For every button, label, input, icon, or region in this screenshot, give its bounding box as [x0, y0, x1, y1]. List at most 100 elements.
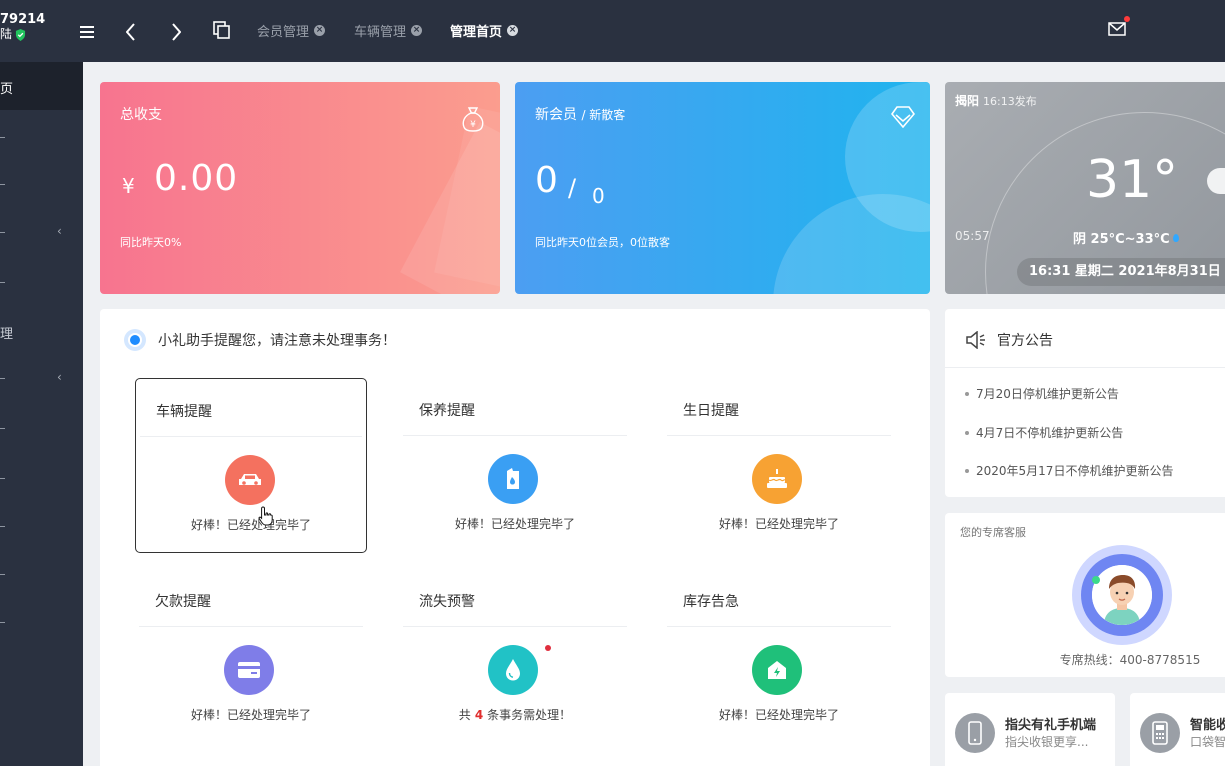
back-arrow-icon[interactable]: [126, 23, 136, 41]
mail-icon[interactable]: [1108, 22, 1126, 36]
publish-time: 16:13发布: [983, 95, 1037, 108]
reminder-churn[interactable]: 流失预警 共 4 条事务需处理！: [399, 569, 631, 744]
mobile-phone-icon: [955, 713, 995, 753]
speaker-icon: [966, 331, 985, 349]
promo-title: 指尖有礼手机端: [1005, 718, 1097, 733]
money-bag-icon: ¥: [462, 107, 484, 132]
weather-location: 揭阳 16:13发布: [955, 92, 1037, 109]
car-icon: [225, 455, 275, 505]
sidebar-item[interactable]: [0, 184, 5, 185]
tab-member-management[interactable]: 会员管理 ×: [257, 21, 326, 40]
announcement-header: 官方公告: [965, 330, 1053, 350]
sidebar-item[interactable]: [0, 478, 5, 479]
sidebar-item-home[interactable]: 页: [0, 62, 83, 110]
user-info: 79214 陆: [0, 12, 45, 42]
pos-terminal-icon: [1140, 713, 1180, 753]
sidebar-item[interactable]: [0, 282, 5, 283]
top-bar: 会员管理 × 车辆管理 × 管理首页 ×: [80, 0, 1225, 62]
announcement-item[interactable]: 2020年5月17日不停机维护更新公告: [965, 462, 1173, 479]
online-status-dot: [1092, 576, 1100, 584]
close-icon[interactable]: ×: [411, 25, 423, 36]
warehouse-icon: [752, 645, 802, 695]
announcement-text: 4月7日不停机维护更新公告: [976, 426, 1124, 440]
reminder-title: 库存告急: [683, 594, 739, 610]
sidebar-item[interactable]: [0, 428, 5, 429]
service-title: 您的专席客服: [960, 526, 1026, 539]
reminder-vehicle[interactable]: 车辆提醒 好棒！已经处理完毕了: [135, 378, 367, 553]
reminder-header: 小礼助手提醒您，请注意未处理事务！: [124, 329, 396, 351]
customer-service-panel: 您的专席客服 专席热线：400-8778515: [945, 513, 1225, 677]
user-status: 陆: [0, 27, 13, 41]
new-guests-count: 0: [592, 184, 605, 208]
new-members-count: 0: [535, 160, 558, 201]
reminder-title: 流失预警: [419, 594, 475, 610]
weather-description: 阴 25°C~33°C: [1073, 228, 1179, 247]
promo-smart-pos[interactable]: 智能收 口袋智: [1130, 693, 1225, 766]
tab-vehicle-management[interactable]: 车辆管理 ×: [354, 21, 423, 40]
members-title-sub: / 新散客: [581, 108, 626, 122]
service-hotline: 专席热线：400-8778515: [1059, 653, 1201, 667]
sidebar-item[interactable]: [0, 574, 5, 575]
credit-card-icon: [224, 645, 274, 695]
announcement-panel: 官方公告 7月20日停机维护更新公告 4月7日不停机维护更新公告 2020年5月…: [945, 309, 1225, 497]
date-time: 16:31 星期二 2021年8月31日: [1017, 258, 1225, 286]
promo-mobile-app[interactable]: 指尖有礼手机端 指尖收银更享...: [945, 693, 1115, 766]
reminder-panel: 小礼助手提醒您，请注意未处理事务！ 车辆提醒 好棒！已经处理完毕了 保养提醒 好…: [100, 309, 930, 766]
promo-subtitle: 口袋智: [1190, 735, 1225, 749]
weather-range: 阴 25°C~33°C: [1073, 232, 1170, 247]
reminder-title: 车辆提醒: [156, 404, 212, 420]
sidebar-item[interactable]: [0, 137, 5, 138]
tab-label: 管理首页: [450, 25, 503, 40]
water-drop-icon: [488, 645, 538, 695]
announcement-title: 官方公告: [997, 333, 1053, 349]
avatar[interactable]: [1072, 545, 1172, 645]
oil-can-icon: [488, 454, 538, 504]
sidebar-item-management[interactable]: 理: [0, 323, 13, 342]
close-icon[interactable]: ×: [314, 25, 326, 36]
sunrise-time: 05:57: [955, 229, 990, 243]
pending-count: 4: [474, 708, 484, 722]
reminder-status: 好棒！已经处理完毕了: [190, 708, 311, 722]
announcement-text: 2020年5月17日不停机维护更新公告: [976, 464, 1174, 478]
reminder-birthday[interactable]: 生日提醒 好棒！已经处理完毕了: [663, 378, 895, 553]
status-prefix: 共: [458, 708, 471, 722]
reminder-maintenance[interactable]: 保养提醒 好棒！已经处理完毕了: [399, 378, 631, 553]
reminder-title: 欠款提醒: [155, 594, 211, 610]
tab-label: 会员管理: [257, 25, 310, 40]
close-icon[interactable]: ×: [507, 25, 519, 36]
announcement-text: 7月20日停机维护更新公告: [976, 387, 1119, 401]
sidebar-item-label: 页: [0, 82, 14, 97]
reminder-status: 好棒！已经处理完毕了: [718, 708, 839, 722]
reminder-debt[interactable]: 欠款提醒 好棒！已经处理完毕了: [135, 569, 367, 744]
reminder-header-text: 小礼助手提醒您，请注意未处理事务！: [158, 333, 396, 349]
separator: /: [568, 174, 577, 202]
reminder-title: 保养提醒: [419, 403, 475, 419]
income-card: 总收支 ¥ ¥ 0.00 同比昨天0%: [100, 82, 500, 294]
alert-dot: [545, 645, 551, 651]
forward-arrow-icon[interactable]: [171, 23, 181, 41]
city: 揭阳: [955, 94, 980, 108]
reminder-status: 好棒！已经处理完毕了: [718, 517, 839, 531]
promo-subtitle: 指尖收银更享...: [1005, 735, 1089, 749]
reminder-status: 共 4 条事务需处理！: [399, 706, 631, 723]
income-compare: 同比昨天0%: [120, 236, 182, 249]
income-amount: 0.00: [154, 158, 239, 199]
hand-cursor-icon: [258, 506, 273, 526]
menu-icon[interactable]: [80, 26, 94, 38]
chevron-left-icon[interactable]: ‹: [57, 370, 62, 384]
sidebar-item[interactable]: [0, 526, 5, 527]
chevron-left-icon[interactable]: ‹: [57, 224, 62, 238]
sidebar-item[interactable]: [0, 378, 5, 379]
sidebar-item[interactable]: [0, 232, 5, 233]
agent-avatar-icon: [1092, 565, 1152, 625]
sidebar-item[interactable]: [0, 622, 5, 623]
income-title: 总收支: [120, 107, 162, 123]
announcement-item[interactable]: 4月7日不停机维护更新公告: [965, 424, 1123, 441]
info-dot-icon: [124, 329, 146, 351]
copy-icon[interactable]: [213, 21, 231, 39]
announcement-item[interactable]: 7月20日停机维护更新公告: [965, 385, 1119, 402]
tab-home[interactable]: 管理首页 ×: [450, 21, 519, 40]
reminder-inventory[interactable]: 库存告急 好棒！已经处理完毕了: [663, 569, 895, 744]
diamond-icon: [891, 106, 915, 128]
promo-title: 智能收: [1190, 718, 1225, 733]
